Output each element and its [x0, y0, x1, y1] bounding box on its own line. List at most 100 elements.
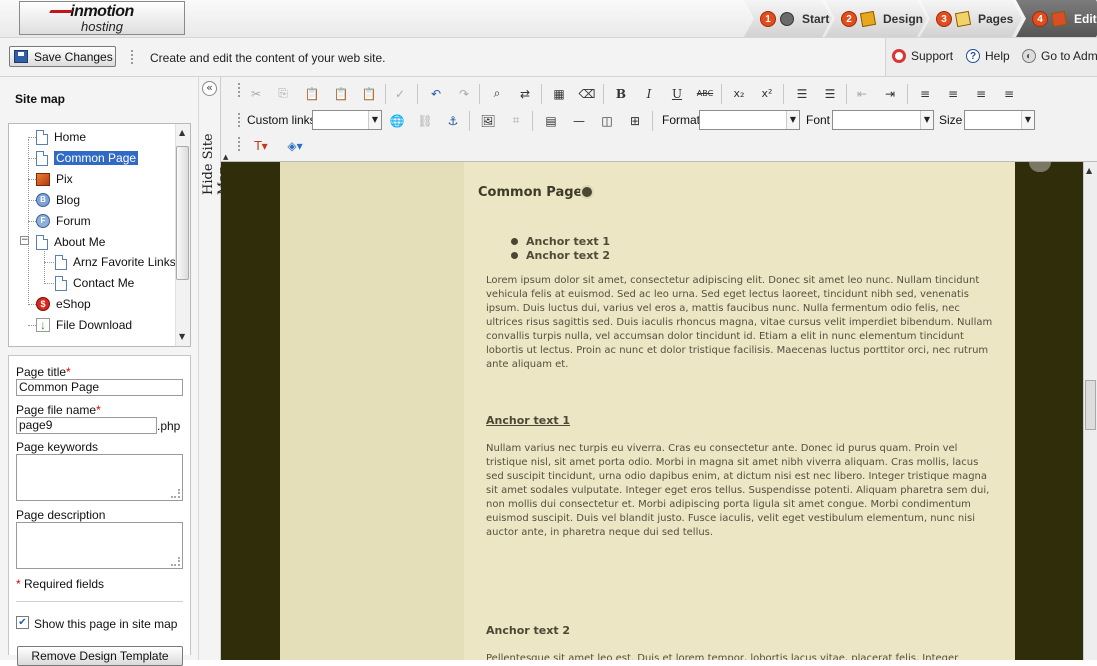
subscript-icon[interactable]: x₂	[728, 83, 750, 104]
show-in-sitemap-checkbox[interactable]: ✔	[16, 616, 29, 629]
font-select[interactable]: ▼	[832, 110, 934, 130]
toolbar-grip	[238, 113, 242, 127]
tree-scrollbar[interactable]: ▲ ▼	[175, 124, 190, 346]
scrollbar-thumb[interactable]	[1085, 380, 1096, 430]
collapse-toolbar-icon[interactable]: ▲	[223, 153, 228, 161]
cut-icon[interactable]: ✂	[245, 83, 267, 104]
step-design[interactable]: 2 Design	[825, 0, 927, 37]
chevron-down-icon: ▼	[920, 111, 933, 129]
save-changes-button[interactable]: Save Changes	[9, 46, 116, 67]
numbered-list-icon[interactable]: ☰	[791, 83, 813, 104]
justify-icon[interactable]: ≡	[998, 83, 1020, 104]
insert-image-icon[interactable]: 🖼	[477, 110, 499, 131]
italic-icon[interactable]: I	[638, 83, 660, 104]
copy-icon[interactable]: ⎘	[272, 83, 294, 104]
step-number: 3	[936, 11, 952, 27]
step-edit[interactable]: 4 Edit	[1016, 0, 1097, 37]
scroll-down-icon[interactable]: ▼	[179, 332, 185, 341]
crop-icon[interactable]: ⌗	[505, 110, 527, 131]
remove-link-icon[interactable]: ⛓	[414, 110, 436, 131]
size-select[interactable]: ▼	[964, 110, 1035, 130]
insert-object-icon[interactable]: ◫	[596, 110, 618, 131]
custom-links-select[interactable]: ▼	[312, 110, 382, 130]
bold-icon[interactable]: B	[610, 83, 632, 104]
anchor-list-item[interactable]: Anchor text 1	[510, 235, 610, 248]
bulleted-list-icon[interactable]: ☰	[819, 83, 841, 104]
align-center-icon[interactable]: ≡	[942, 83, 964, 104]
font-label: Font	[806, 113, 831, 127]
select-all-icon[interactable]: ▦	[548, 83, 570, 104]
tree-item-home[interactable]: Home	[36, 128, 86, 146]
toolbar-separator	[783, 84, 784, 104]
redo-icon[interactable]: ↷	[453, 83, 475, 104]
paste-icon[interactable]: 📋	[301, 83, 323, 104]
insert-table-icon[interactable]: ▤	[540, 110, 562, 131]
strikethrough-icon[interactable]: ABC	[694, 83, 716, 104]
underline-icon[interactable]: U	[666, 83, 688, 104]
start-icon	[779, 10, 795, 26]
scroll-up-icon[interactable]: ▲	[179, 128, 185, 137]
page-content[interactable]: Common Page Anchor text 1 Anchor text 2 …	[464, 162, 1015, 660]
tree-item-about-me[interactable]: About Me	[36, 233, 105, 251]
step-number: 1	[760, 11, 776, 27]
outdent-icon[interactable]: ⇤	[851, 83, 873, 104]
hide-sitemap-strip[interactable]: « Hide Site Map	[199, 77, 231, 660]
sitemap-title: Site map	[15, 92, 66, 106]
eraser-icon[interactable]: ⌫	[576, 83, 598, 104]
insert-link-icon[interactable]: 🌐	[386, 110, 408, 131]
description-textarea[interactable]	[16, 522, 183, 569]
special-character-icon[interactable]: ⊞	[624, 110, 646, 131]
scroll-up-icon[interactable]: ▲	[1086, 166, 1092, 175]
indent-icon[interactable]: ⇥	[879, 83, 901, 104]
section-heading: Anchor text 2	[486, 624, 571, 637]
step-pages[interactable]: 3 Pages	[920, 0, 1022, 37]
help-question-icon: ?	[966, 49, 980, 63]
tree-item-file-download[interactable]: ↓ File Download	[36, 316, 132, 334]
tree-item-contact-me[interactable]: Contact Me	[55, 274, 134, 292]
keywords-textarea[interactable]	[16, 454, 183, 501]
collapse-double-chevron-icon[interactable]: «	[202, 81, 217, 96]
text-color-icon[interactable]: T▾	[245, 135, 277, 156]
section-heading[interactable]: Anchor text 1	[486, 414, 570, 427]
tree-item-label: Blog	[56, 193, 81, 207]
find-binoculars-icon[interactable]: ⌕	[486, 83, 508, 104]
toolbar-separator	[603, 84, 604, 104]
toolbar-separator	[469, 111, 470, 131]
replace-icon[interactable]: ⇄	[514, 83, 536, 104]
show-in-sitemap-label: Show this page in site map	[34, 617, 178, 631]
background-color-icon[interactable]: ◈▾	[279, 135, 311, 156]
tree-item-eshop[interactable]: $ eShop	[36, 295, 91, 313]
paste-text-icon[interactable]: 📋	[330, 83, 352, 104]
tree-item-common-page[interactable]: Common Page	[36, 149, 139, 167]
horizontal-rule-icon[interactable]: —	[568, 110, 590, 131]
step-start[interactable]: 1 Start	[744, 0, 832, 37]
format-select[interactable]: ▼	[699, 110, 800, 130]
undo-icon[interactable]: ↶	[425, 83, 447, 104]
paste-word-icon[interactable]: 📋	[358, 83, 380, 104]
tree-item-blog[interactable]: B Blog	[36, 191, 80, 209]
file-name-input[interactable]: page9	[16, 417, 157, 434]
support-link[interactable]: Support	[892, 49, 953, 63]
help-link[interactable]: ? Help	[966, 49, 1010, 63]
collapse-toggle-icon[interactable]: −	[20, 236, 29, 245]
inmotion-logo[interactable]: inmotion hosting	[19, 1, 185, 35]
align-left-icon[interactable]: ≡	[914, 83, 936, 104]
editor-scrollbar[interactable]: ▲	[1083, 162, 1097, 660]
spellcheck-icon[interactable]: ✓	[389, 83, 411, 104]
tree-item-pix[interactable]: Pix	[36, 170, 73, 188]
scrollbar-thumb[interactable]	[176, 146, 189, 280]
page-title-input[interactable]: Common Page	[16, 379, 183, 396]
tree-item-label: Contact Me	[73, 276, 135, 290]
align-right-icon[interactable]: ≡	[970, 83, 992, 104]
anchor-icon[interactable]: ⚓	[442, 110, 464, 131]
step-label: Pages	[978, 11, 1014, 26]
toolbar-separator	[532, 111, 533, 131]
tree-item-arnz-favorite-links[interactable]: Arnz Favorite Links	[55, 253, 176, 271]
superscript-icon[interactable]: x²	[756, 83, 778, 104]
tree-item-forum[interactable]: F Forum	[36, 212, 91, 230]
toolbar-separator	[652, 111, 653, 131]
editor-canvas[interactable]: Common Page Anchor text 1 Anchor text 2 …	[221, 162, 1097, 660]
remove-design-template-button[interactable]: Remove Design Template	[17, 646, 183, 666]
go-to-admin-link[interactable]: ◐ Go to Admin	[1022, 49, 1097, 63]
anchor-list-item[interactable]: Anchor text 2	[510, 249, 610, 262]
